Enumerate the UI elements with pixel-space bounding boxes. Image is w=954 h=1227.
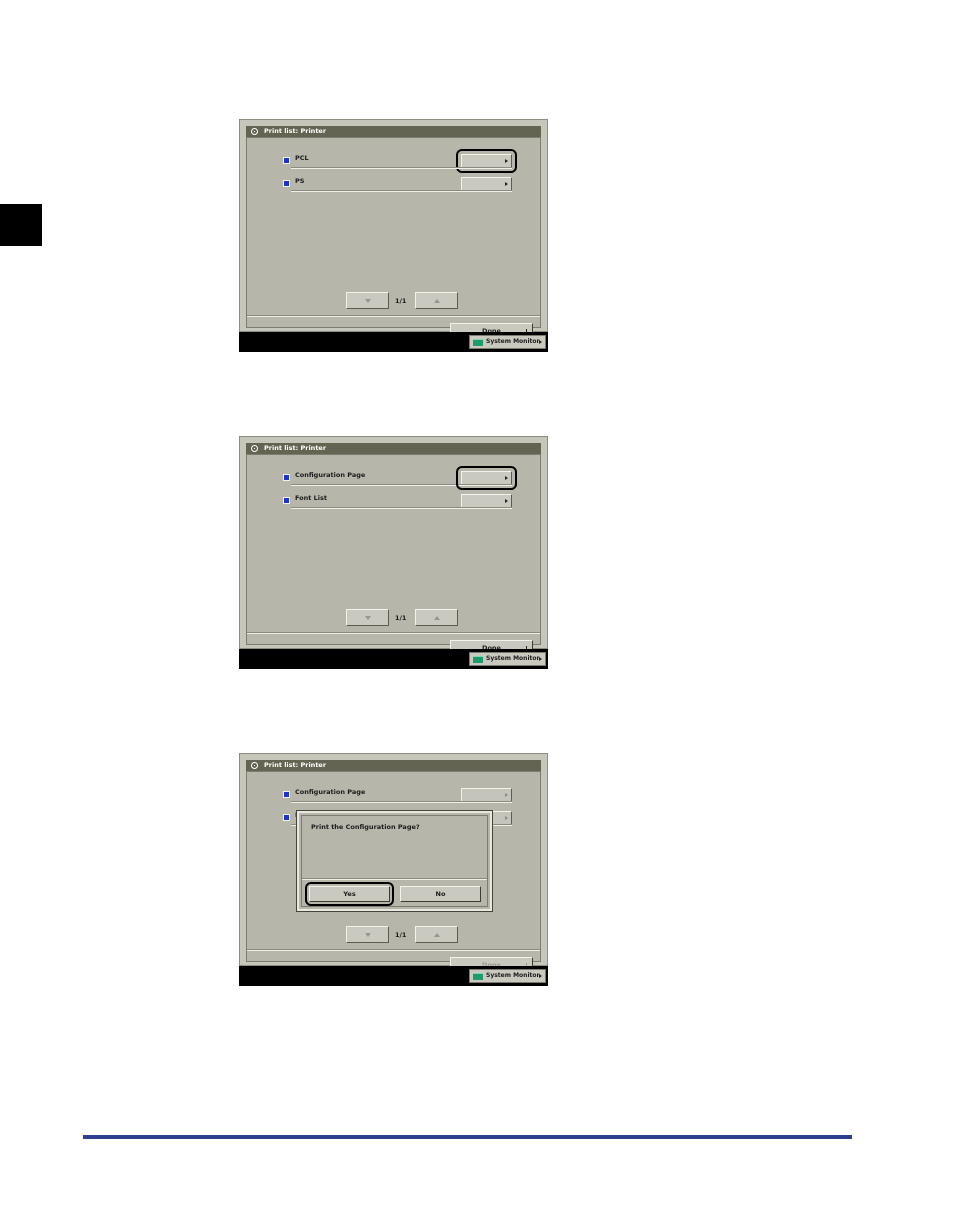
- arrow-up-icon: [434, 616, 440, 620]
- screen-frame: Print list: Printer Configuration Page F…: [239, 436, 548, 656]
- arrow-down-icon: [365, 616, 371, 620]
- system-monitor-button[interactable]: System Monitor: [469, 335, 546, 349]
- ps-select-button[interactable]: [461, 177, 512, 191]
- triangle-right-icon: [505, 793, 508, 797]
- list-item-label: PS: [295, 177, 305, 185]
- list-panel: Configuration Page Font List 1/1 Done: [246, 454, 541, 656]
- screen-frame: Print list: Printer Configuration Page F…: [239, 753, 548, 973]
- status-bar: System Monitor: [239, 966, 548, 986]
- screen-title: Print list: Printer: [264, 127, 327, 135]
- monitor-icon: [473, 656, 483, 663]
- printer-icon: [251, 762, 258, 769]
- no-label: No: [435, 890, 446, 898]
- system-monitor-button[interactable]: System Monitor: [469, 969, 546, 983]
- arrow-down-icon: [365, 933, 371, 937]
- triangle-right-icon: [505, 499, 508, 503]
- page-up-button: [415, 926, 458, 943]
- page-up-button[interactable]: [415, 292, 458, 309]
- status-bar: System Monitor: [239, 332, 548, 352]
- triangle-right-icon: [539, 974, 542, 978]
- screen-title: Print list: Printer: [264, 444, 327, 452]
- highlight-ring: [456, 466, 517, 490]
- title-bar: Print list: Printer: [246, 443, 541, 454]
- list-item-font-list: Font List: [283, 490, 512, 509]
- list-item-ps: PS: [283, 173, 512, 192]
- page-up-button[interactable]: [415, 609, 458, 626]
- screen-print-list-2: Print list: Printer Configuration Page F…: [239, 436, 548, 669]
- row-divider: [291, 507, 512, 509]
- printer-icon: [251, 445, 258, 452]
- separator: [247, 632, 540, 634]
- printer-icon: [251, 128, 258, 135]
- bullet-icon: [283, 497, 290, 504]
- list-item-label: Font List: [295, 494, 327, 502]
- triangle-right-icon: [539, 657, 542, 661]
- screen-print-list-3: Print list: Printer Configuration Page F…: [239, 753, 548, 986]
- title-bar: Print list: Printer: [246, 126, 541, 137]
- pager: 1/1: [346, 609, 458, 627]
- screen-print-list-1: Print list: Printer PCL PS 1/1 Done Syst…: [239, 119, 548, 352]
- arrow-up-icon: [434, 299, 440, 303]
- list-item-label: PCL: [295, 154, 309, 162]
- highlight-ring: [305, 882, 394, 906]
- list-item-configuration-page: Configuration Page: [283, 784, 512, 803]
- system-monitor-label: System Monitor: [486, 338, 540, 345]
- arrow-down-icon: [365, 299, 371, 303]
- list-item-pcl: PCL: [283, 149, 517, 173]
- no-button[interactable]: No: [400, 886, 481, 902]
- font-list-select-button[interactable]: [461, 494, 512, 508]
- footer-rule: [83, 1135, 852, 1139]
- bullet-icon: [283, 474, 290, 481]
- page-indicator: 1/1: [395, 931, 407, 939]
- configuration-page-select-button: [461, 788, 512, 802]
- page-down-button[interactable]: [346, 609, 389, 626]
- monitor-icon: [473, 339, 483, 346]
- separator: [247, 949, 540, 951]
- list-panel: PCL PS 1/1 Done: [246, 137, 541, 339]
- monitor-icon: [473, 973, 483, 980]
- list-item-label: Configuration Page: [295, 471, 366, 479]
- pager: 1/1: [346, 926, 458, 944]
- system-monitor-label: System Monitor: [486, 655, 540, 662]
- chapter-tab: [0, 204, 42, 246]
- arrow-up-icon: [434, 933, 440, 937]
- page-down-button[interactable]: [346, 292, 389, 309]
- status-bar: System Monitor: [239, 649, 548, 669]
- page-indicator: 1/1: [395, 614, 407, 622]
- list-item-configuration-page: Configuration Page: [283, 466, 517, 490]
- bullet-icon: [283, 157, 290, 164]
- triangle-right-icon: [505, 182, 508, 186]
- list-item-label: Configuration Page: [295, 788, 366, 796]
- row-divider: [291, 801, 512, 803]
- system-monitor-button[interactable]: System Monitor: [469, 652, 546, 666]
- bullet-icon: [283, 180, 290, 187]
- bullet-icon: [283, 814, 290, 821]
- highlight-ring: [456, 149, 517, 173]
- pager: 1/1: [346, 292, 458, 310]
- page-down-button: [346, 926, 389, 943]
- row-divider: [291, 190, 512, 192]
- dialog-message: Print the Configuration Page?: [311, 823, 420, 831]
- page-indicator: 1/1: [395, 297, 407, 305]
- triangle-right-icon: [505, 816, 508, 820]
- separator: [247, 315, 540, 317]
- system-monitor-label: System Monitor: [486, 972, 540, 979]
- title-bar: Print list: Printer: [246, 760, 541, 771]
- dialog-separator: [302, 878, 487, 880]
- bullet-icon: [283, 791, 290, 798]
- confirm-dialog: Print the Configuration Page? Yes No: [296, 810, 493, 912]
- dialog-body: Print the Configuration Page? Yes No: [301, 815, 488, 907]
- triangle-right-icon: [539, 340, 542, 344]
- screen-title: Print list: Printer: [264, 761, 327, 769]
- screen-frame: Print list: Printer PCL PS 1/1 Done: [239, 119, 548, 339]
